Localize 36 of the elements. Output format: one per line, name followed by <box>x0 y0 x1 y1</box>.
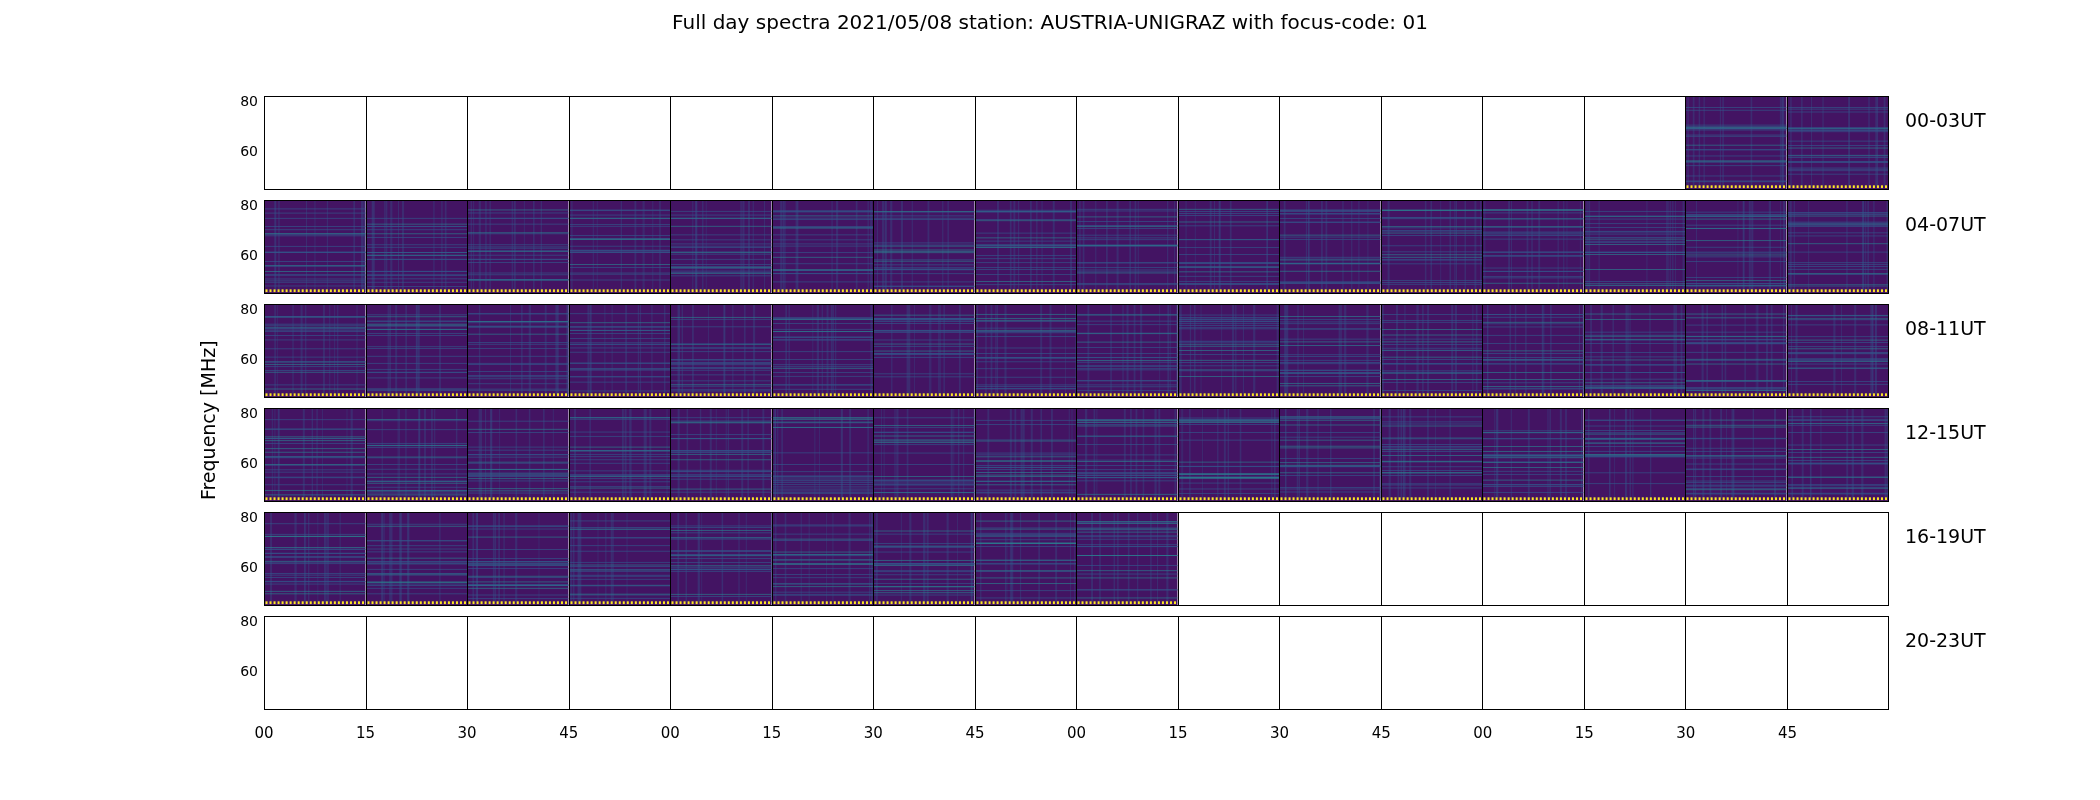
axis-tick-label: 60 <box>240 664 258 678</box>
axis-tick-label: 45 <box>1371 723 1391 744</box>
axis-tick-label: 45 <box>1777 723 1797 744</box>
axis-tick-label: 80 <box>240 94 258 108</box>
axis-tick-label: 60 <box>240 248 258 262</box>
axis-tick-label: 60 <box>240 144 258 158</box>
axis-tick-label: 30 <box>1270 723 1290 744</box>
axis-tick-label: 45 <box>559 723 579 744</box>
axis-tick-label: 30 <box>457 723 477 744</box>
axis-tick-label: 60 <box>240 456 258 470</box>
axis-tick-label: 15 <box>1168 723 1188 744</box>
axis-tick-label: 30 <box>1676 723 1696 744</box>
row-label: 08-11UT <box>1904 316 1986 341</box>
row-label: 04-07UT <box>1904 212 1986 237</box>
axis-tick-label: 45 <box>965 723 985 744</box>
axis-tick-label: 15 <box>762 723 782 744</box>
axis-tick-label: 80 <box>240 510 258 524</box>
row-label: 12-15UT <box>1904 420 1986 445</box>
axis-label: Frequency [MHz] <box>195 340 220 500</box>
row-label: 20-23UT <box>1904 628 1986 653</box>
axis-tick-label: 80 <box>240 302 258 316</box>
axis-tick-label: 80 <box>240 198 258 212</box>
axis-tick-label: 00 <box>254 723 274 744</box>
axis-tick-label: 60 <box>240 560 258 574</box>
chart-title: Full day spectra 2021/05/08 station: AUSTRIA-UNIGRAZ with focus-code: 01 <box>671 9 1429 36</box>
axis-tick-label: 80 <box>240 406 258 420</box>
axis-tick-label: 00 <box>660 723 680 744</box>
axis-tick-label: 60 <box>240 352 258 366</box>
row-label: 00-03UT <box>1904 108 1986 133</box>
axis-tick-label: 30 <box>863 723 883 744</box>
axis-tick-label: 00 <box>1473 723 1493 744</box>
row-label: 16-19UT <box>1904 524 1986 549</box>
axis-tick-label: 80 <box>240 614 258 628</box>
axis-tick-label: 00 <box>1066 723 1087 744</box>
axis-tick-label: 15 <box>1574 723 1594 744</box>
axis-tick-label: 15 <box>356 723 376 744</box>
